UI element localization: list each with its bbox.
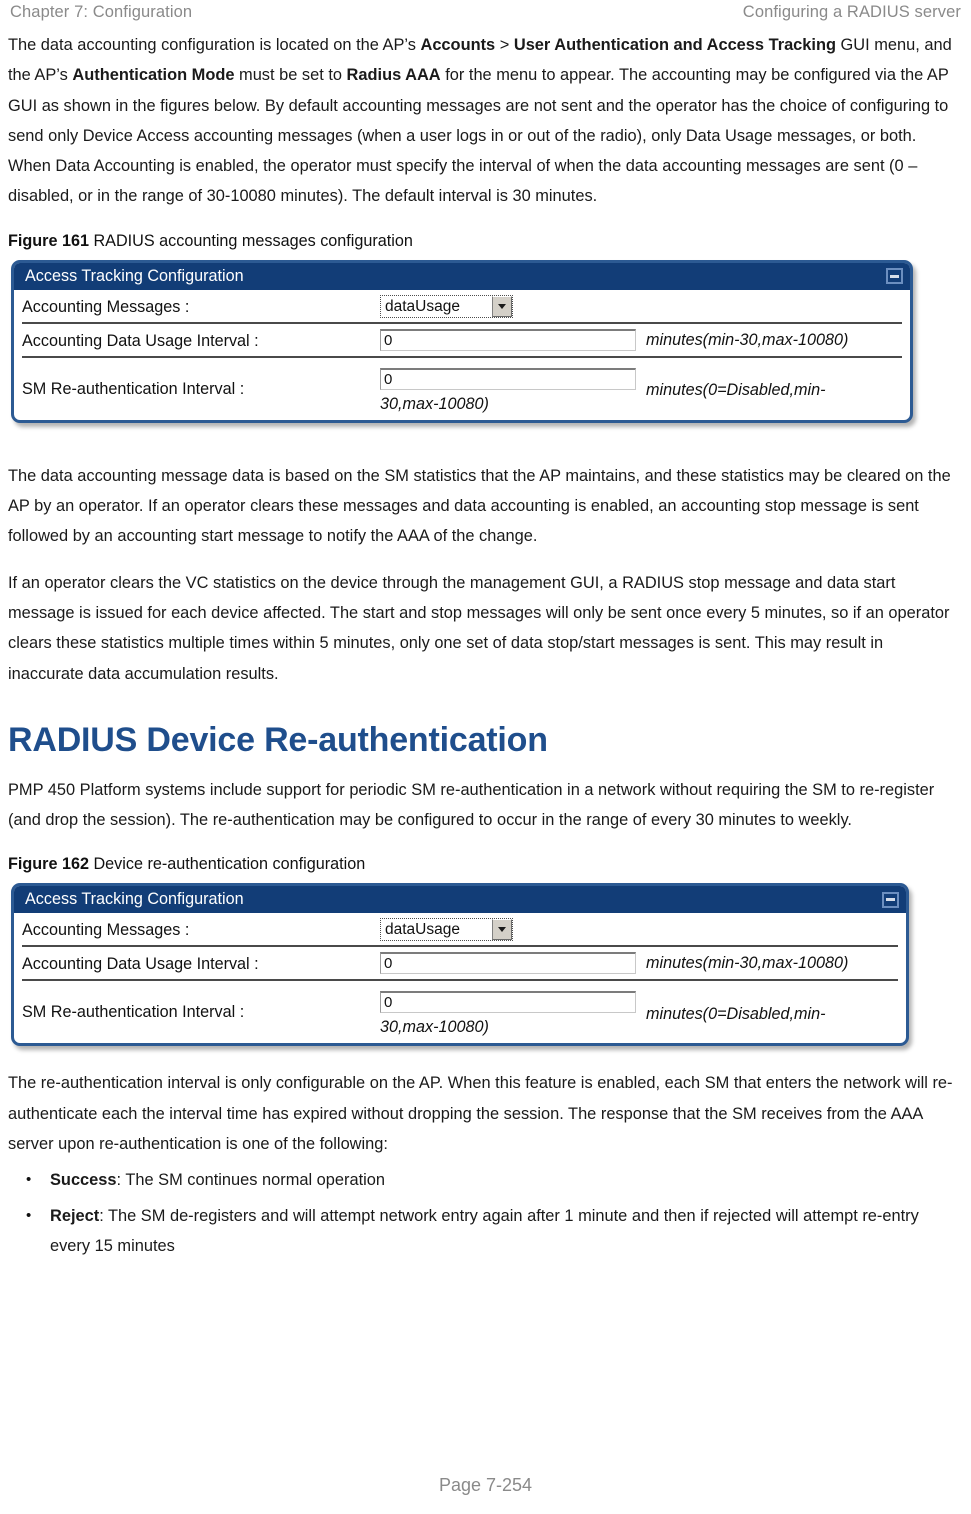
intro-bold-radius-aaa: Radius AAA — [346, 66, 441, 85]
page-title: RADIUS Device Re-authentication — [8, 720, 548, 759]
panel-2-titlebar: Access Tracking Configuration — [14, 886, 906, 914]
figure-161-caption: Figure 161 RADIUS accounting messages co… — [8, 228, 963, 254]
figure-161-caption-text: RADIUS accounting messages configuration — [88, 231, 413, 250]
document-page: Chapter 7: Configuration Configuring a R… — [0, 0, 971, 1514]
figure-162-caption-text: Device re-authentication configuration — [88, 855, 366, 874]
figure-162-spacer — [8, 1046, 963, 1068]
tail-paragraph: The re-authentication interval is only c… — [8, 1074, 953, 1154]
header-chapter-label: Chapter 7: Configuration — [10, 3, 193, 21]
panel-1-field-sm-reauth-interval: 0 30,max-10080) — [380, 360, 636, 418]
panel-1-titlebar: Access Tracking Configuration — [14, 262, 910, 290]
figure-162-number: Figure 162 — [8, 855, 89, 874]
page-header: Chapter 7: Configuration Configuring a R… — [6, 0, 965, 30]
panel-2-title: Access Tracking Configuration — [25, 890, 244, 909]
panel-2-row-accounting-messages: Accounting Messages : dataUsage — [14, 913, 906, 948]
panel-1-label-sm-reauth-interval: SM Re-authentication Interval : — [22, 379, 245, 398]
panel-2-label-accounting-messages: Accounting Messages : — [22, 921, 190, 940]
list-item: Success: The SM continues normal operati… — [8, 1165, 963, 1196]
intro-bold-user-auth: User Authentication and Access Tracking — [513, 36, 836, 54]
panel-1-row-data-usage-interval: Accounting Data Usage Interval : 0 minut… — [14, 324, 910, 358]
panel-1-field-data-usage-interval: 0 — [380, 324, 636, 351]
accounting-messages-select-1[interactable]: dataUsage — [380, 294, 513, 318]
panel-2-field-sm-reauth-interval: 0 30,max-10080) — [380, 983, 636, 1041]
panel-2-row-data-usage-interval: Accounting Data Usage Interval : 0 minut… — [14, 947, 906, 982]
minimize-icon[interactable] — [882, 891, 899, 908]
panel-2-row-sm-reauth-interval: SM Re-authentication Interval : 0 30,max… — [14, 981, 906, 1043]
accounting-messages-select-1-value: dataUsage — [381, 295, 492, 317]
middle-paragraph-1: The data accounting message data is base… — [8, 466, 951, 546]
panel-1-body: Accounting Messages : dataUsage Accounti… — [14, 290, 910, 420]
panel-1-title: Access Tracking Configuration — [25, 266, 244, 285]
intro-text-sep: > — [495, 36, 514, 54]
panel-2-units-sm-reauth: minutes(0=Disabled,min- — [646, 1004, 826, 1023]
figure-162-caption: Figure 162 Device re-authentication conf… — [8, 851, 963, 877]
panel-1-label-accounting-messages: Accounting Messages : — [22, 297, 190, 316]
chevron-down-icon[interactable] — [492, 295, 512, 317]
accounting-data-usage-interval-input-2[interactable]: 0 — [380, 952, 636, 975]
header-section-label: Configuring a RADIUS server — [742, 3, 961, 21]
panel-1-row-accounting-messages: Accounting Messages : dataUsage — [14, 290, 910, 324]
middle-paragraph-2: If an operator clears the VC statistics … — [8, 573, 950, 683]
access-tracking-configuration-panel-2: Access Tracking Configuration Accounting… — [11, 883, 909, 1047]
bullet-term-reject: Reject — [50, 1206, 100, 1225]
accounting-messages-select-2[interactable]: dataUsage — [380, 918, 513, 942]
chevron-down-icon-caret — [498, 303, 506, 309]
list-item: Reject: The SM de-registers and will att… — [8, 1201, 963, 1262]
panel-1-units-data-usage-interval: minutes(min-30,max-10080) — [646, 330, 849, 349]
response-bullet-list: Success: The SM continues normal operati… — [8, 1165, 963, 1261]
intro-bold-accounts: Accounts — [420, 36, 496, 54]
page-footer: Page 7-254 — [0, 1475, 971, 1496]
panel-2-units-data-usage-interval: minutes(min-30,max-10080) — [646, 954, 849, 973]
panel-1-row-sm-reauth-interval: SM Re-authentication Interval : 0 30,max… — [14, 358, 910, 420]
panel-2-label-data-usage-interval: Accounting Data Usage Interval : — [22, 955, 259, 974]
page-content: The data accounting configuration is loc… — [6, 30, 965, 1261]
panel-2-body: Accounting Messages : dataUsage Accounti… — [14, 913, 906, 1043]
panel-1-field-accounting-messages: dataUsage — [380, 290, 513, 318]
bullet-term-success: Success — [50, 1171, 117, 1190]
intro-bold-auth-mode: Authentication Mode — [72, 66, 235, 85]
minimize-icon[interactable] — [886, 268, 903, 285]
chevron-down-icon-caret — [498, 927, 506, 933]
intro-text-f: for the menu to appear. The accounting m… — [8, 66, 949, 206]
figure-161-spacer — [8, 423, 963, 461]
accounting-data-usage-interval-input-1[interactable]: 0 — [380, 328, 636, 351]
panel-1-label-data-usage-interval: Accounting Data Usage Interval : — [22, 331, 259, 350]
panel-1-units-sm-reauth: minutes(0=Disabled,min- — [646, 381, 826, 400]
minimize-icon-bar — [890, 274, 899, 278]
sm-reauthentication-interval-input-2[interactable]: 0 — [380, 991, 636, 1014]
chevron-down-icon[interactable] — [492, 919, 512, 941]
panel-2-units-sm-reauth-line2: 30,max-10080) — [380, 1018, 489, 1037]
intro-paragraph: The data accounting configuration is loc… — [8, 30, 963, 212]
access-tracking-configuration-panel-1: Access Tracking Configuration Accounting… — [11, 259, 913, 423]
panel-1-units-sm-reauth-line2: 30,max-10080) — [380, 394, 489, 413]
page-number-label: Page 7-254 — [438, 1475, 533, 1495]
sm-reauthentication-interval-input-1[interactable]: 0 — [380, 367, 636, 390]
intro-text-a: The data accounting configuration is loc… — [8, 36, 421, 54]
panel-2-field-accounting-messages: dataUsage — [380, 913, 513, 942]
panel-2-field-data-usage-interval: 0 — [380, 947, 636, 975]
intro-text-e: must be set to — [234, 66, 347, 85]
accounting-messages-select-2-value: dataUsage — [381, 919, 492, 941]
panel-2-label-sm-reauth-interval: SM Re-authentication Interval : — [22, 1003, 245, 1022]
bullet-text-success: : The SM continues normal operation — [116, 1171, 385, 1190]
bullet-text-reject: : The SM de-registers and will attempt n… — [50, 1206, 919, 1255]
figure-161-number: Figure 161 — [8, 231, 89, 250]
minimize-icon-bar — [886, 898, 895, 902]
section-paragraph: PMP 450 Platform systems include support… — [8, 780, 935, 830]
